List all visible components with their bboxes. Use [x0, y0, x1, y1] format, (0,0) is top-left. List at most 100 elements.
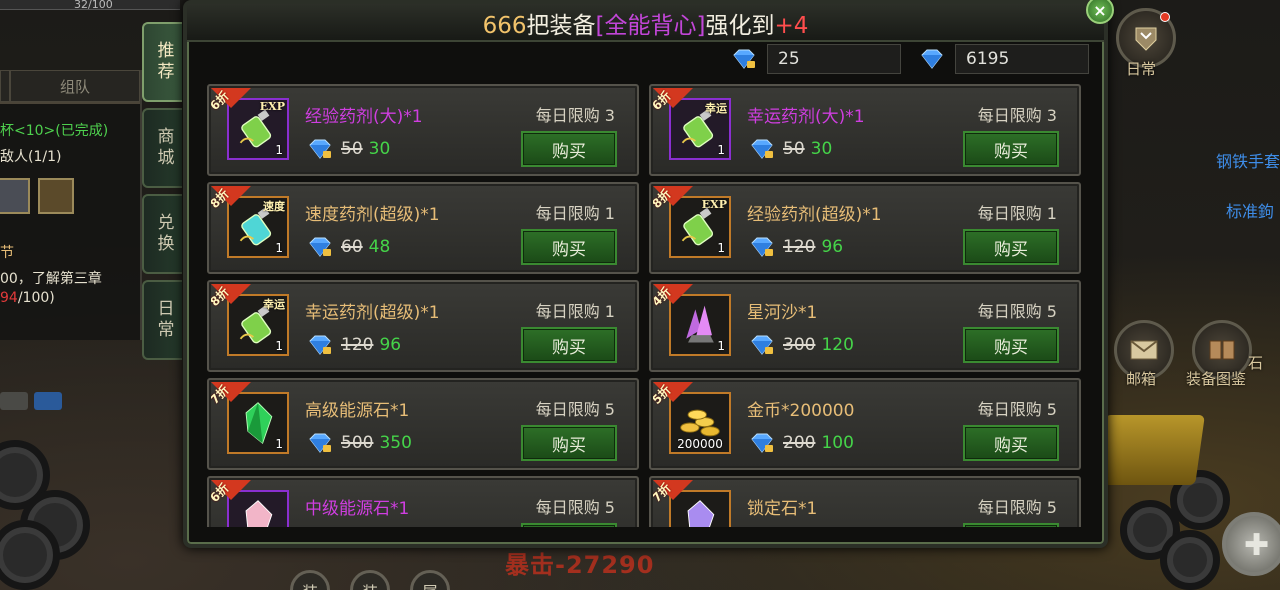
daily-limit: 每日限购 1 [977, 204, 1057, 223]
discount-label: 6折 [211, 480, 232, 506]
discount-price: 96 [379, 335, 402, 355]
item-name: 幸运药剂(大)*1 [747, 107, 865, 127]
title-tail: 强化到 [705, 13, 775, 39]
item-name: 幸运药剂(超级)*1 [305, 303, 440, 323]
item-name: 星河沙*1 [747, 303, 818, 323]
shop-item-card[interactable]: 6折 幸运 1 幸运药剂(大)*1 每日限购 3 50 30 购买 [649, 84, 1081, 176]
shop-item-card[interactable]: 4折 1 星河沙*1 每日限购 5 300 120 购买 [649, 280, 1081, 372]
buy-button[interactable]: 购买 [521, 229, 617, 265]
shop-item-card[interactable]: 8折 EXP 1 经验药剂(超级)*1 每日限购 1 120 96 购买 [649, 182, 1081, 274]
atlas-partial-label: 石 [1248, 354, 1264, 372]
tab-recommend[interactable]: 推荐 [142, 22, 182, 102]
discount-label: 8折 [653, 186, 674, 212]
original-price: 60 [341, 237, 363, 257]
book-icon [1209, 340, 1235, 360]
close-icon: × [1093, 0, 1107, 20]
quest-bottom-button[interactable] [34, 392, 62, 410]
buy-button[interactable]: 购买 [963, 327, 1059, 363]
title-level: +4 [774, 13, 809, 39]
quest-line[interactable]: 敌人(1/1) [0, 146, 61, 166]
discount-label: 7折 [653, 480, 674, 506]
item-tag-label: 速度 [263, 200, 285, 213]
buy-button[interactable]: 购买 [963, 425, 1059, 461]
shop-item-card[interactable]: 5折 200000 金币*200000 每日限购 5 200 100 购买 [649, 378, 1081, 470]
original-price: 200 [783, 433, 816, 453]
discount-price: 48 [368, 237, 391, 257]
damage-number: 暴击-27290 [505, 551, 655, 579]
discount-label: 6折 [211, 88, 232, 114]
shop-item-card[interactable]: 7折 1 高级能源石*1 每日限购 5 500 350 购买 [207, 378, 639, 470]
original-price: 120 [341, 335, 374, 355]
item-tag-label: 幸运 [263, 298, 285, 311]
quest-line[interactable]: 节 [0, 242, 14, 262]
item-name: 速度药剂(超级)*1 [305, 205, 440, 225]
quest-tab-task[interactable] [0, 70, 10, 102]
equipment-atlas-label: 装备图鉴 [1186, 370, 1247, 388]
discount-label: 7折 [211, 382, 232, 408]
shop-title: 666把装备[全能背心]强化到+4 [187, 6, 1104, 40]
item-price: 50 30 [749, 138, 832, 160]
truck-decor [1095, 415, 1205, 485]
original-price: 120 [783, 237, 816, 257]
quest-reward-slot [0, 178, 30, 214]
daily-limit: 每日限购 3 [535, 106, 615, 125]
diamond-icon [919, 48, 945, 70]
title-count: 666 [482, 13, 527, 39]
item-quantity: 1 [275, 339, 283, 353]
buy-button[interactable]: 购买 [963, 229, 1059, 265]
item-price: 200 100 [749, 432, 854, 454]
quest-tab-team[interactable]: 组队 [10, 70, 140, 102]
gem-field: 6195 [955, 44, 1089, 74]
discount-ribbon: 6折 [211, 480, 251, 520]
buy-button[interactable]: 购买 [521, 523, 617, 527]
shop-item-card[interactable]: 8折 速度 1 速度药剂(超级)*1 每日限购 1 60 48 购买 [207, 182, 639, 274]
quest-reward-slot [38, 178, 74, 214]
quest-panel: 组队 杯<10>(已完成) 敌人(1/1) 节 00，了解第三章 94/100) [0, 70, 142, 410]
item-tag-label: 幸运 [705, 102, 727, 115]
buy-button[interactable]: 购买 [521, 327, 617, 363]
map-label: 钢铁手套 [1216, 152, 1280, 171]
item-quantity: 1 [717, 143, 725, 157]
item-quantity: 1 [275, 241, 283, 255]
daily-medal-icon [1135, 27, 1157, 51]
title-mid: 把装备 [526, 13, 596, 39]
daily-limit: 每日限购 5 [535, 498, 615, 517]
plus-icon: ✚ [1244, 528, 1270, 563]
quest-tabs: 组队 [0, 70, 140, 104]
discount-label: 4折 [653, 284, 674, 310]
daily-limit: 每日限购 5 [977, 400, 1057, 419]
discount-ribbon: 8折 [211, 284, 251, 324]
tab-daily[interactable]: 日常 [142, 280, 182, 360]
item-tag-label: EXP [259, 100, 285, 113]
bound-gem-balance: 25 [731, 44, 901, 74]
discount-ribbon: 7折 [211, 382, 251, 422]
tab-mall[interactable]: 商城 [142, 108, 182, 188]
buy-button[interactable]: 购买 [963, 131, 1059, 167]
discount-ribbon: 8折 [211, 186, 251, 226]
bound-gem-field: 25 [767, 44, 901, 74]
quest-line[interactable]: 00，了解第三章 [0, 268, 102, 288]
shop-window: 666把装备[全能背心]强化到+4 × 25 6195 6折 EXP 1 经验药剂(大… [183, 0, 1114, 548]
bound-diamond-icon [307, 432, 333, 454]
discount-label: 8折 [211, 186, 232, 212]
shop-item-card[interactable]: 8折 幸运 1 幸运药剂(超级)*1 每日限购 1 120 96 购买 [207, 280, 639, 372]
original-price: 50 [341, 139, 363, 159]
bound-diamond-icon [307, 236, 333, 258]
discount-label: 5折 [653, 382, 674, 408]
tab-exchange[interactable]: 兑换 [142, 194, 182, 274]
daily-limit: 每日限购 1 [535, 302, 615, 321]
buy-button[interactable]: 购买 [521, 425, 617, 461]
item-price: 500 350 [307, 432, 412, 454]
quest-line[interactable]: 杯<10>(已完成) [0, 120, 108, 140]
map-label: 标准鉤 [1226, 202, 1275, 221]
quest-progress-total: /100) [17, 290, 55, 306]
action-button[interactable]: ✚ [1222, 512, 1280, 576]
shop-item-card[interactable]: 7折锁定石*1 每日限购 5 购买 [649, 476, 1081, 527]
buy-button[interactable]: 购买 [963, 523, 1059, 527]
buy-button[interactable]: 购买 [521, 131, 617, 167]
daily-limit: 每日限购 5 [977, 302, 1057, 321]
shop-item-card[interactable]: 6折中级能源石*1 每日限购 5 购买 [207, 476, 639, 527]
shop-item-card[interactable]: 6折 EXP 1 经验药剂(大)*1 每日限购 3 50 30 购买 [207, 84, 639, 176]
quest-bottom-button[interactable] [0, 392, 28, 410]
quest-progress[interactable]: 94/100) [0, 290, 55, 306]
